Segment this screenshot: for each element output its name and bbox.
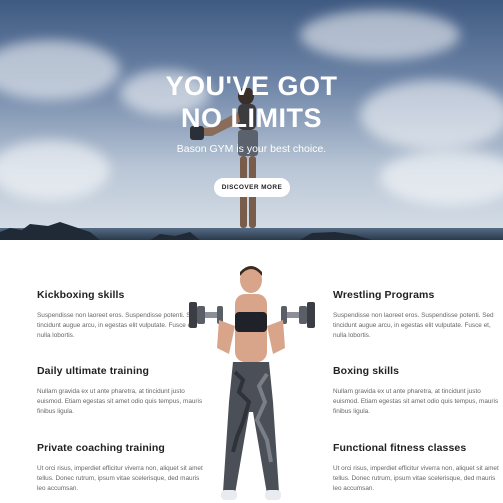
feature-title: Daily ultimate training [37, 365, 149, 377]
feature-text: Nullam gravida ex ut ante pharetra, at t… [333, 388, 499, 415]
feature-text: Ut orci risus, imperdiet efficitur viver… [333, 465, 499, 492]
discover-more-button[interactable]: DISCOVER MORE [214, 178, 290, 197]
feature-private-coaching: Private coaching training Ut orci risus,… [37, 442, 207, 494]
dumbbell-left [189, 302, 223, 328]
feature-text: Nullam gravida ex ut ante pharetra, at t… [37, 388, 203, 415]
feature-functional-fitness: Functional fitness classes Ut orci risus… [333, 442, 503, 494]
feature-boxing: Boxing skills Nullam gravida ex ut ante … [333, 365, 503, 417]
feature-wrestling: Wrestling Programs Suspendisse non laore… [333, 289, 503, 341]
feature-daily-training: Daily ultimate training Nullam gravida e… [37, 365, 207, 417]
feature-title: Wrestling Programs [333, 289, 435, 301]
feature-text: Suspendisse non laoreet eros. Suspendiss… [37, 312, 198, 339]
dumbbell-right [281, 302, 315, 328]
feature-title: Boxing skills [333, 365, 400, 377]
feature-text: Suspendisse non laoreet eros. Suspendiss… [333, 312, 494, 339]
cloud-decoration [380, 150, 503, 205]
cloud-decoration [300, 10, 460, 60]
feature-title: Functional fitness classes [333, 442, 467, 454]
feature-text: Ut orci risus, imperdiet efficitur viver… [37, 465, 203, 492]
hero-title: YOU'VE GOT NO LIMITS [0, 70, 503, 134]
feature-kickboxing: Kickboxing skills Suspendisse non laoree… [37, 289, 207, 341]
hero-title-line-1: YOU'VE GOT [165, 71, 338, 101]
athlete-image [189, 266, 315, 500]
hero-subtitle: Bason GYM is your best choice. [176, 143, 327, 155]
hero-banner: YOU'VE GOT NO LIMITS Bason GYM is your b… [0, 0, 503, 240]
hero-title-line-2: NO LIMITS [181, 103, 322, 133]
feature-title: Private coaching training [37, 442, 165, 454]
feature-title: Kickboxing skills [37, 289, 125, 301]
